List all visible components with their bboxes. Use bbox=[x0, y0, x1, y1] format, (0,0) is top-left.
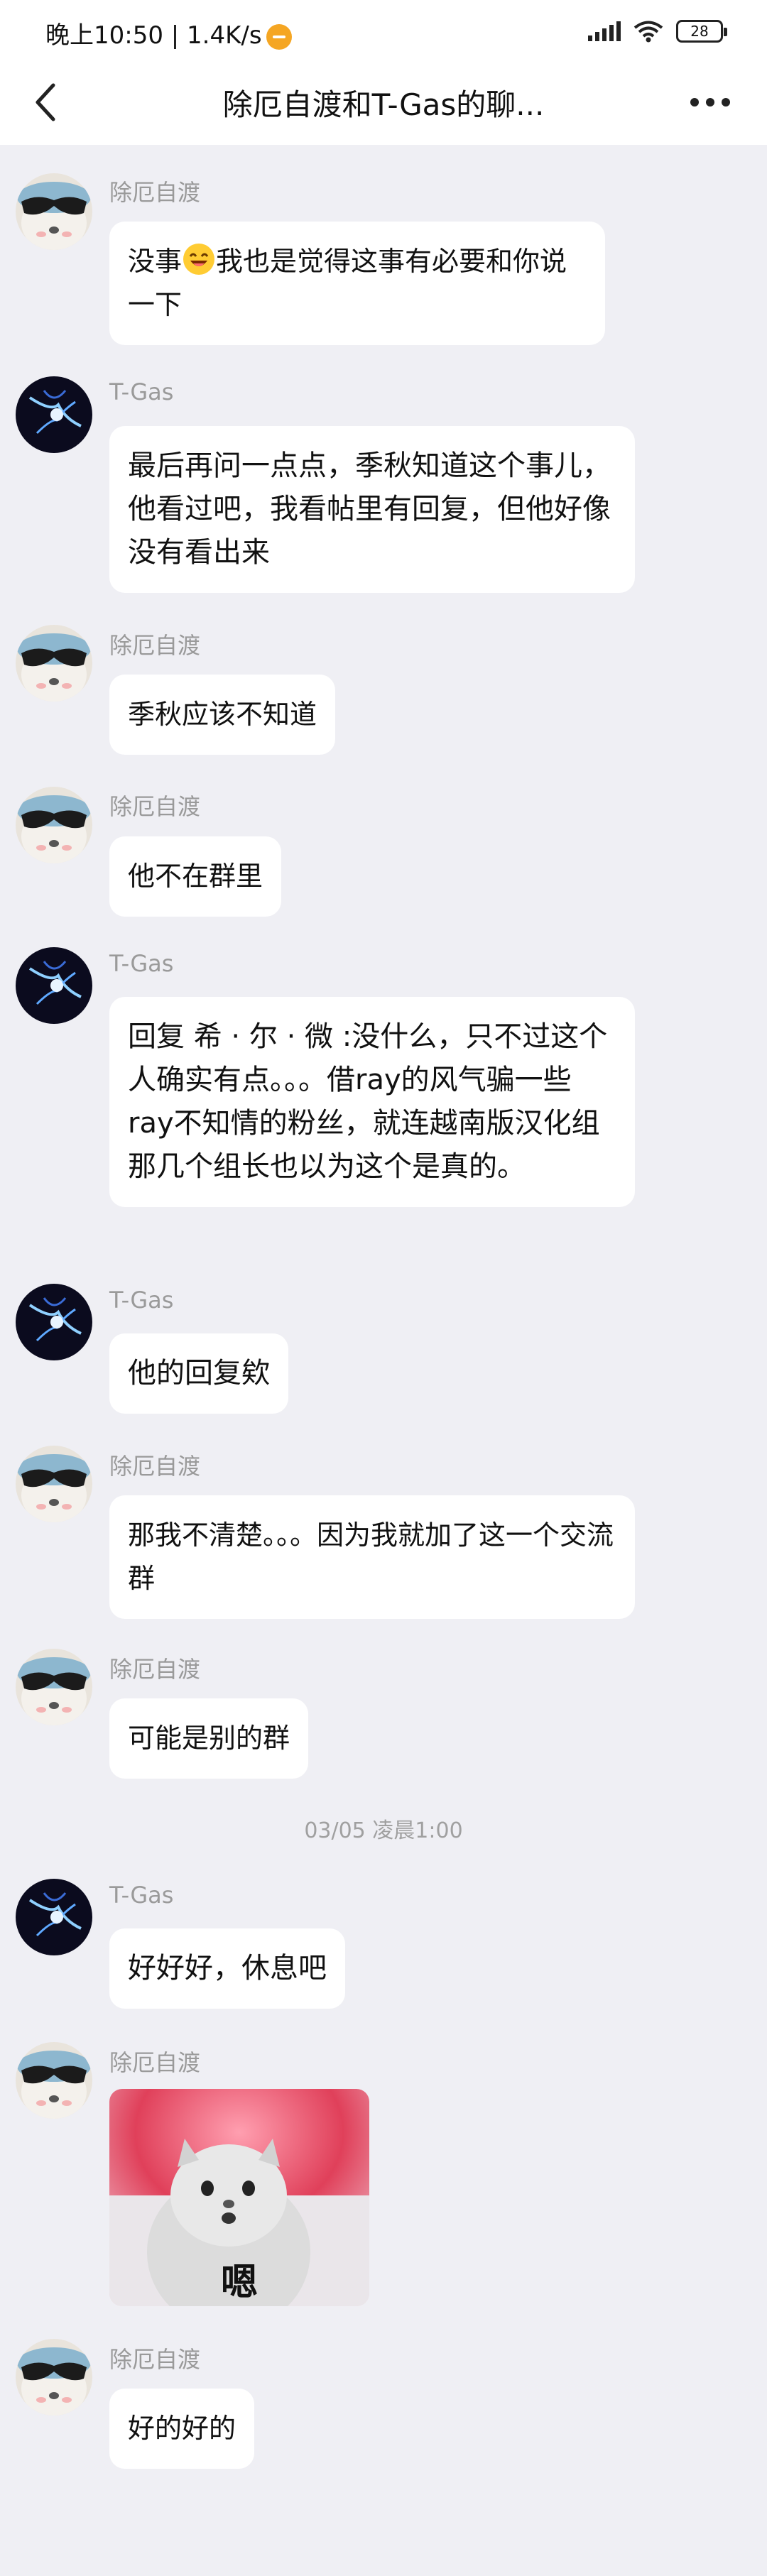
status-icons: 28 bbox=[588, 17, 727, 45]
status-time-text: 晚上10:50 | 1.4K/s bbox=[45, 21, 262, 50]
message-bubble[interactable]: 季秋应该不知道 bbox=[109, 675, 336, 755]
message-text: 回复 希 · 尔 · 微 :没什么，只不过这个人确实有点。。。借ray的风气骗一… bbox=[128, 1020, 608, 1183]
avatar[interactable] bbox=[16, 1879, 92, 1955]
sender-name: T-Gas bbox=[109, 950, 174, 977]
avatar[interactable] bbox=[16, 2339, 92, 2416]
avatar[interactable] bbox=[16, 1446, 92, 1522]
status-time-speed: 晚上10:50 | 1.4K/s bbox=[45, 16, 292, 50]
avatar[interactable] bbox=[16, 2042, 92, 2119]
status-bar: 晚上10:50 | 1.4K/s 28 bbox=[0, 0, 767, 60]
message-bubble[interactable]: 那我不清楚。。。因为我就加了这一个交流群 bbox=[109, 1495, 635, 1619]
message-bubble[interactable]: 他不在群里 bbox=[109, 836, 282, 917]
avatar[interactable] bbox=[16, 1649, 92, 1725]
back-arrow-icon bbox=[36, 83, 55, 121]
sticker-graphic: 嗯 bbox=[109, 2089, 369, 2306]
sticker-image[interactable]: 嗯 bbox=[109, 2089, 369, 2306]
avatar[interactable] bbox=[16, 173, 92, 250]
battery-icon: 28 bbox=[676, 20, 727, 43]
message-text: 季秋应该不知道 bbox=[128, 699, 317, 730]
notification-badge-icon bbox=[266, 23, 292, 50]
message-text: 好的好的 bbox=[128, 2413, 236, 2444]
sender-name: T-Gas bbox=[109, 1287, 174, 1314]
message-bubble[interactable]: 可能是别的群 bbox=[109, 1698, 309, 1779]
message-text: 好好好，休息吧 bbox=[128, 1952, 327, 1985]
sender-name: 除厄自渡 bbox=[109, 1656, 201, 1683]
message-bubble[interactable]: 好好好，休息吧 bbox=[109, 1928, 345, 2009]
sender-name: 除厄自渡 bbox=[109, 179, 201, 206]
back-button[interactable] bbox=[24, 80, 67, 125]
laughing-emoji-icon bbox=[183, 244, 215, 275]
sticker-caption: 嗯 bbox=[221, 2261, 258, 2304]
sender-name: 除厄自渡 bbox=[109, 2346, 201, 2373]
message-text: 可能是别的群 bbox=[128, 1723, 290, 1754]
sender-name: T-Gas bbox=[109, 1882, 174, 1909]
wifi-icon bbox=[633, 21, 663, 43]
battery-level: 28 bbox=[690, 23, 709, 40]
chat-header: 除厄自渡和T-Gas的聊... bbox=[0, 60, 767, 145]
avatar[interactable] bbox=[16, 376, 92, 453]
message-bubble[interactable]: 最后再问一点点，季秋知道这个事儿，他看过吧，我看帖里有回复，但他好像没有看出来 bbox=[109, 426, 635, 593]
sender-name: 除厄自渡 bbox=[109, 1453, 201, 1480]
message-bubble[interactable]: 他的回复欸 bbox=[109, 1333, 288, 1414]
message-bubble[interactable]: 回复 希 · 尔 · 微 :没什么，只不过这个人确实有点。。。借ray的风气骗一… bbox=[109, 997, 635, 1207]
message-text: 他的回复欸 bbox=[128, 1357, 270, 1390]
message-bubble[interactable]: 没事 我也是觉得这事有必要和你说一下 bbox=[109, 222, 605, 345]
avatar[interactable] bbox=[16, 625, 92, 702]
avatar[interactable] bbox=[16, 1284, 92, 1360]
chat-title: 除厄自渡和T-Gas的聊... bbox=[222, 87, 545, 122]
chat-timestamp: 03/05 凌晨1:00 bbox=[304, 1818, 463, 1843]
sender-name: 除厄自渡 bbox=[109, 793, 201, 820]
more-button[interactable] bbox=[682, 82, 739, 122]
sender-name: T-Gas bbox=[109, 378, 174, 405]
more-dots-icon bbox=[690, 98, 699, 107]
message-text: 他不在群里 bbox=[128, 861, 263, 892]
message-text: 最后再问一点点，季秋知道这个事儿，他看过吧，我看帖里有回复，但他好像没有看出来 bbox=[128, 449, 611, 569]
sender-name: 除厄自渡 bbox=[109, 2049, 201, 2076]
avatar[interactable] bbox=[16, 787, 92, 863]
message-text: 那我不清楚。。。因为我就加了这一个交流群 bbox=[128, 1519, 614, 1594]
message-text: 没事 bbox=[128, 246, 183, 277]
sender-name: 除厄自渡 bbox=[109, 632, 201, 659]
message-bubble[interactable]: 好的好的 bbox=[109, 2389, 255, 2469]
avatar[interactable] bbox=[16, 947, 92, 1024]
signal-icon bbox=[588, 21, 621, 41]
